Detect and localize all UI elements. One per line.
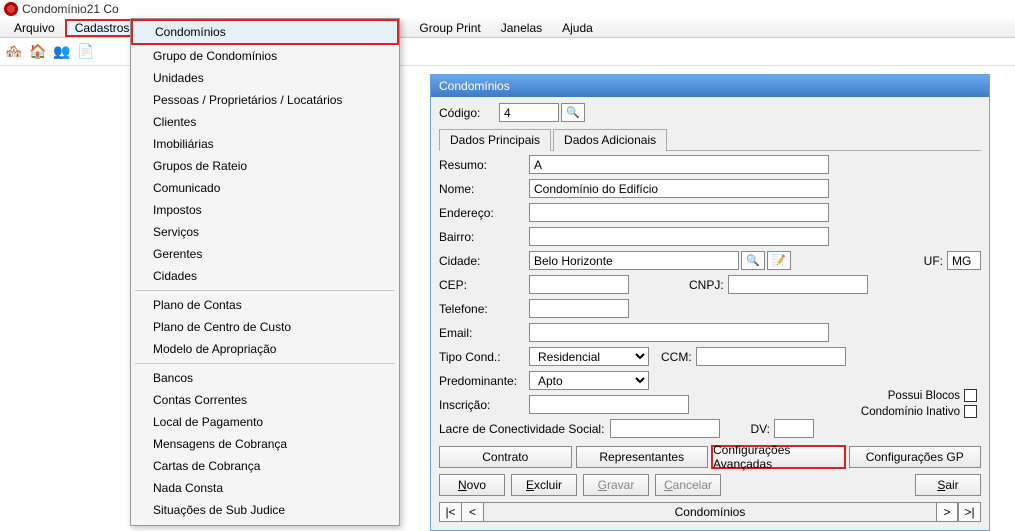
menu-arquivo[interactable]: Arquivo xyxy=(4,19,65,37)
predominante-select[interactable]: Apto xyxy=(529,371,649,390)
menu-item[interactable]: Gerentes xyxy=(131,243,399,265)
uf-label: UF: xyxy=(924,254,943,268)
tabs: Dados Principais Dados Adicionais xyxy=(439,128,981,151)
menu-cadastros[interactable]: Cadastros xyxy=(65,19,140,37)
tab-dados-principais[interactable]: Dados Principais xyxy=(439,129,551,151)
nome-label: Nome: xyxy=(439,182,529,196)
check-block: Possui Blocos Condomínio Inativo xyxy=(861,388,977,420)
cidade-search-icon[interactable]: 🔍 xyxy=(741,251,765,270)
inscricao-input[interactable] xyxy=(529,395,689,414)
predominante-label: Predominante: xyxy=(439,374,529,388)
menu-item[interactable]: Imobiliárias xyxy=(131,133,399,155)
resumo-label: Resumo: xyxy=(439,158,529,172)
menu-item[interactable]: Impostos xyxy=(131,199,399,221)
condominios-window: Condomínios Código: 🔍 Dados Principais D… xyxy=(430,74,990,531)
endereco-input[interactable] xyxy=(529,203,829,222)
menu-item[interactable]: Local de Pagamento xyxy=(131,411,399,433)
lacre-input[interactable] xyxy=(610,419,720,438)
menu-item[interactable]: Modelo de Apropriação xyxy=(131,338,399,360)
nome-input[interactable] xyxy=(529,179,829,198)
toolbar-icon-house[interactable]: 🏠 xyxy=(28,42,48,62)
cidade-input[interactable] xyxy=(529,251,739,270)
menu-item[interactable]: Comunicado xyxy=(131,177,399,199)
nav-first-button[interactable]: |< xyxy=(440,503,462,521)
cidade-label: Cidade: xyxy=(439,254,529,268)
novo-button[interactable]: Novo xyxy=(439,474,505,496)
uf-input[interactable] xyxy=(947,251,981,270)
child-window-title: Condomínios xyxy=(431,75,989,97)
telefone-input[interactable] xyxy=(529,299,629,318)
cep-label: CEP: xyxy=(439,278,529,292)
excluir-button[interactable]: Excluir xyxy=(511,474,577,496)
cnpj-label: CNPJ: xyxy=(689,278,724,292)
tipo-label: Tipo Cond.: xyxy=(439,350,529,364)
toolbar-icon-people[interactable]: 👥 xyxy=(52,42,72,62)
menu-item[interactable]: Clientes xyxy=(131,111,399,133)
cadastros-dropdown: Condomínios Grupo de Condomínios Unidade… xyxy=(130,18,400,526)
ccm-label: CCM: xyxy=(661,350,692,364)
menu-item[interactable]: Mensagens de Cobrança xyxy=(131,433,399,455)
condominio-inativo-label: Condomínio Inativo xyxy=(861,406,960,418)
gravar-button[interactable]: Gravar xyxy=(583,474,649,496)
menu-item[interactable]: Bancos xyxy=(131,367,399,389)
window-title-bar: Condomínio21 Co xyxy=(0,0,1015,18)
possui-blocos-label: Possui Blocos xyxy=(888,390,960,402)
menu-item[interactable]: Contas Correntes xyxy=(131,389,399,411)
possui-blocos-checkbox[interactable] xyxy=(964,389,977,402)
menu-item[interactable]: Grupos de Rateio xyxy=(131,155,399,177)
menu-item[interactable]: Grupo de Condomínios xyxy=(131,45,399,67)
menu-item[interactable]: Pessoas / Proprietários / Locatários xyxy=(131,89,399,111)
menu-item[interactable]: Unidades xyxy=(131,67,399,89)
codigo-search-icon[interactable]: 🔍 xyxy=(561,103,585,122)
nav-prev-button[interactable]: < xyxy=(462,503,484,521)
toolbar-icon-doc[interactable]: 📄 xyxy=(76,42,96,62)
bairro-label: Bairro: xyxy=(439,230,529,244)
app-icon xyxy=(4,2,18,16)
menu-item[interactable]: Serviços xyxy=(131,221,399,243)
nav-title: Condomínios xyxy=(484,503,936,521)
tab-dados-adicionais[interactable]: Dados Adicionais xyxy=(553,129,667,151)
cnpj-input[interactable] xyxy=(728,275,868,294)
menu-item-condominios[interactable]: Condomínios xyxy=(131,19,399,45)
lacre-label: Lacre de Conectividade Social: xyxy=(439,422,604,436)
menu-item[interactable]: Plano de Centro de Custo xyxy=(131,316,399,338)
sair-button[interactable]: Sair xyxy=(915,474,981,496)
tipo-select[interactable]: Residencial xyxy=(529,347,649,366)
config-avancadas-button[interactable]: Configurações Avançadas xyxy=(712,446,845,468)
email-input[interactable] xyxy=(529,323,829,342)
endereco-label: Endereço: xyxy=(439,206,529,220)
menu-item[interactable]: Cidades xyxy=(131,265,399,287)
menu-item[interactable]: Situações de Sub Judice xyxy=(131,499,399,521)
condominio-inativo-checkbox[interactable] xyxy=(964,405,977,418)
email-label: Email: xyxy=(439,326,529,340)
resumo-input[interactable] xyxy=(529,155,829,174)
menu-item[interactable]: Cartas de Cobrança xyxy=(131,455,399,477)
codigo-input[interactable] xyxy=(499,103,559,122)
cidade-edit-icon[interactable]: 📝 xyxy=(767,251,791,270)
config-gp-button[interactable]: Configurações GP xyxy=(849,446,982,468)
inscricao-label: Inscrição: xyxy=(439,398,529,412)
codigo-label: Código: xyxy=(439,106,499,120)
cep-input[interactable] xyxy=(529,275,629,294)
ccm-input[interactable] xyxy=(696,347,846,366)
contrato-button[interactable]: Contrato xyxy=(439,446,572,468)
menu-ajuda[interactable]: Ajuda xyxy=(552,19,603,37)
representantes-button[interactable]: Representantes xyxy=(576,446,709,468)
menu-group-print[interactable]: Group Print xyxy=(409,19,490,37)
toolbar-icon-buildings[interactable]: 🏘️ xyxy=(4,42,24,62)
menu-item[interactable]: Nada Consta xyxy=(131,477,399,499)
record-navigator: |< < Condomínios > >| xyxy=(439,502,981,522)
window-title: Condomínio21 Co xyxy=(22,2,119,16)
menu-item[interactable]: Plano de Contas xyxy=(131,294,399,316)
nav-next-button[interactable]: > xyxy=(936,503,958,521)
cancelar-button[interactable]: Cancelar xyxy=(655,474,721,496)
menu-janelas[interactable]: Janelas xyxy=(491,19,552,37)
telefone-label: Telefone: xyxy=(439,302,529,316)
bairro-input[interactable] xyxy=(529,227,829,246)
dv-label: DV: xyxy=(750,422,770,436)
nav-last-button[interactable]: >| xyxy=(958,503,980,521)
dv-input[interactable] xyxy=(774,419,814,438)
